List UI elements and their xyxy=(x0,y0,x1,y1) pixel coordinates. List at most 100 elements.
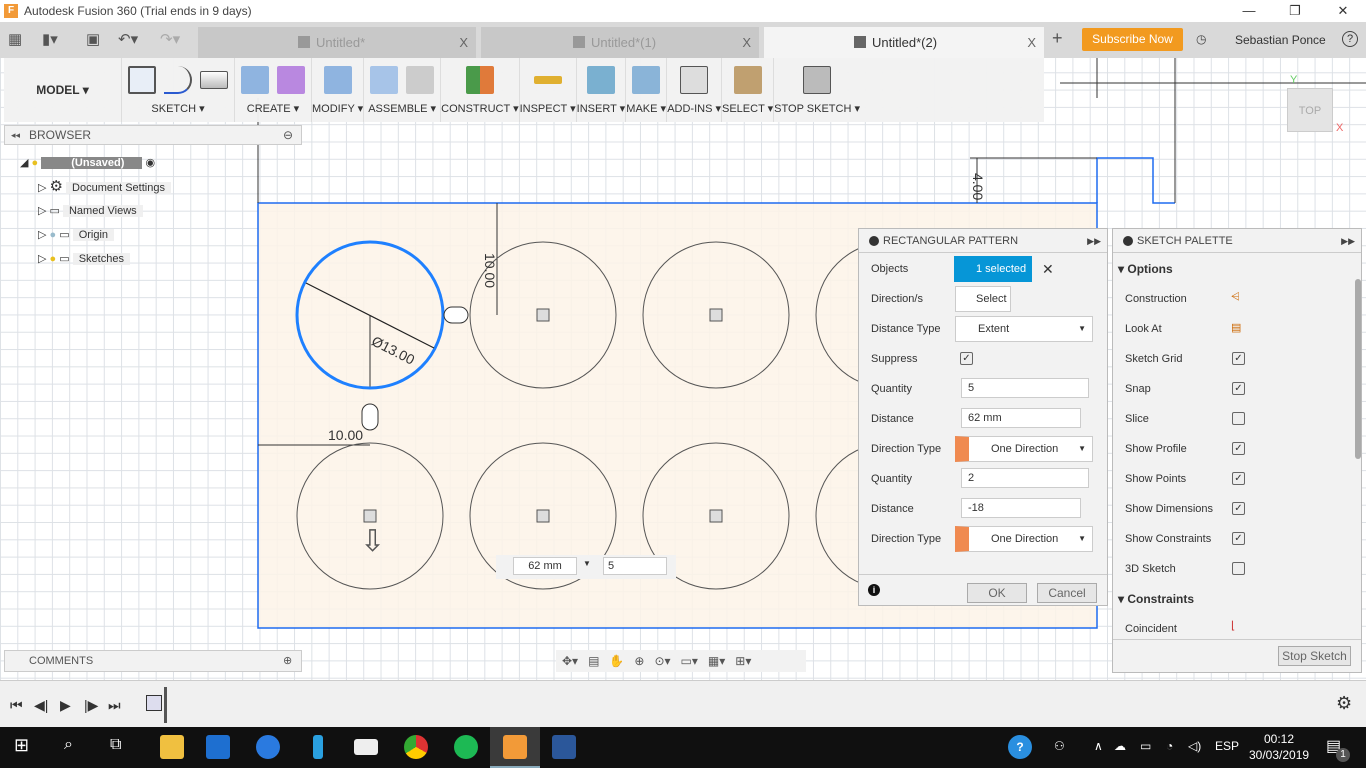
create-group[interactable]: CREATE ▾ xyxy=(235,58,312,122)
browser-root[interactable]: ◢ ● (Unsaved) ◉ xyxy=(20,153,155,173)
add-comment-icon[interactable]: ⊕ xyxy=(283,651,292,671)
distance-type-dropdown[interactable]: Extent ▼ xyxy=(955,316,1093,342)
objects-selection-button[interactable]: 1 selected xyxy=(954,256,1032,282)
create-menu[interactable]: CREATE ▾ xyxy=(247,102,299,115)
palette-scrollbar[interactable] xyxy=(1355,279,1361,459)
stop-sketch-button[interactable]: Stop Sketch xyxy=(1278,646,1351,666)
sketch-group[interactable]: SKETCH ▾ xyxy=(122,58,235,122)
stop-sketch-icon[interactable] xyxy=(803,66,832,94)
go-to-end-icon[interactable]: ⏭ xyxy=(108,697,121,714)
assemble-menu[interactable]: ASSEMBLE ▾ xyxy=(368,102,436,115)
redo-icon[interactable]: ↷▾ xyxy=(160,30,180,48)
options-section-header[interactable]: ▾ Options xyxy=(1118,254,1173,284)
browser-item-origin[interactable]: ▷ ● ▭ Origin xyxy=(38,225,115,245)
workspace-switcher[interactable]: MODEL ▾ xyxy=(4,58,122,122)
viewports-icon[interactable]: ⊞▾ xyxy=(735,654,751,668)
help-tray-icon[interactable]: ? xyxy=(1008,735,1032,759)
close-tab-icon[interactable]: X xyxy=(1027,27,1036,58)
zoom-icon[interactable]: ⊕ xyxy=(634,654,644,668)
insert-image-icon[interactable] xyxy=(586,66,615,94)
spotify-icon[interactable] xyxy=(454,735,478,759)
stop-sketch-group[interactable]: STOP SKETCH ▾ xyxy=(774,58,860,122)
display-settings-icon[interactable]: ▭▾ xyxy=(681,654,698,668)
look-at-icon[interactable]: ▤ xyxy=(1231,321,1241,334)
form-icon[interactable] xyxy=(277,66,305,94)
browser-panel-header[interactable]: ◂◂ BROWSER ⊖ xyxy=(4,125,302,145)
sketch-timeline-feature[interactable] xyxy=(146,695,162,711)
clear-selection-icon[interactable]: ✕ xyxy=(1042,261,1054,278)
fusion-taskbar-button[interactable] xyxy=(490,727,540,768)
battery-icon[interactable]: ▭ xyxy=(1140,739,1151,753)
close-tab-icon[interactable]: X xyxy=(459,27,468,58)
tab-untitled-2[interactable]: Untitled*(2) X xyxy=(764,27,1044,58)
info-icon[interactable]: i xyxy=(868,584,880,596)
palette-option-checkbox[interactable]: ✓ xyxy=(1232,532,1245,545)
language-indicator[interactable]: ESP xyxy=(1215,739,1239,753)
tab-untitled-1[interactable]: Untitled*(1) X xyxy=(481,27,759,58)
measure-icon[interactable] xyxy=(533,76,562,84)
task-view-icon[interactable]: ⧉ xyxy=(110,736,121,754)
sketch-menu[interactable]: SKETCH ▾ xyxy=(151,102,204,115)
construct-group[interactable]: CONSTRUCT ▾ xyxy=(441,58,520,122)
select-icon[interactable] xyxy=(733,66,762,94)
minus-circle-icon[interactable]: ⊖ xyxy=(283,126,293,144)
constraints-section-header[interactable]: ▾ Constraints xyxy=(1118,584,1194,614)
construct-menu[interactable]: CONSTRUCT ▾ xyxy=(441,102,518,115)
direction-type1-dropdown[interactable]: One Direction ▼ xyxy=(955,436,1093,462)
collapse-icon[interactable]: ◂◂ xyxy=(11,126,20,144)
restore-button[interactable]: ❐ xyxy=(1272,0,1318,22)
palette-option-checkbox[interactable]: ✓ xyxy=(1232,502,1245,515)
search-icon[interactable]: ⌕ xyxy=(64,736,73,754)
inline-distance-input[interactable]: 62 mm xyxy=(513,557,577,575)
close-button[interactable]: ✕ xyxy=(1320,0,1366,22)
insert-group[interactable]: INSERT ▾ xyxy=(577,58,627,122)
apps-grid-icon[interactable]: ▦ xyxy=(8,30,22,48)
windows-start-icon[interactable]: ⊞ xyxy=(14,735,29,756)
directions-select-button[interactable]: Select xyxy=(955,286,1011,312)
inline-quantity-input[interactable]: 5 xyxy=(603,557,667,575)
undo-icon[interactable]: ↶▾ xyxy=(118,30,138,48)
word-icon[interactable] xyxy=(552,735,576,759)
distance1-input[interactable]: 62 mm xyxy=(961,408,1081,428)
chrome-icon[interactable] xyxy=(404,735,428,759)
help-icon[interactable]: ? xyxy=(1342,31,1358,47)
chevron-down-icon[interactable]: ▼ xyxy=(583,559,591,568)
suppress-checkbox[interactable]: ✓ xyxy=(960,352,973,365)
make-menu[interactable]: MAKE ▾ xyxy=(626,102,666,115)
step-forward-icon[interactable]: |▶ xyxy=(84,697,98,714)
ok-button[interactable]: OK xyxy=(967,583,1027,603)
show-hidden-icons[interactable]: ∧ xyxy=(1094,739,1103,753)
quantity2-input[interactable]: 2 xyxy=(961,468,1089,488)
expand-icon[interactable]: ▶▶ xyxy=(1341,229,1355,253)
addins-menu[interactable]: ADD-INS ▾ xyxy=(667,102,721,115)
mail-icon[interactable] xyxy=(354,739,378,755)
plane-icon[interactable] xyxy=(465,66,494,94)
create-sketch-icon[interactable] xyxy=(128,66,156,94)
onedrive-icon[interactable]: ☁ xyxy=(1114,739,1126,753)
stop-sketch-menu[interactable]: STOP SKETCH ▾ xyxy=(774,102,860,115)
tab-untitled[interactable]: Untitled* X xyxy=(198,27,476,58)
clock-date[interactable]: 30/03/2019 xyxy=(1249,748,1309,762)
browser-item-named-views[interactable]: ▷ ▭ Named Views xyxy=(38,201,143,221)
palette-header[interactable]: SKETCH PALETTE ▶▶ xyxy=(1113,229,1361,253)
joint-icon[interactable] xyxy=(406,66,435,94)
browser-item-sketches[interactable]: ▷ ● ▭ Sketches xyxy=(38,249,130,269)
dropbox-icon[interactable] xyxy=(256,735,280,759)
file-menu-icon[interactable]: ▮▾ xyxy=(42,30,58,48)
play-icon[interactable]: ▶ xyxy=(60,697,71,714)
palette-option-checkbox[interactable] xyxy=(1232,562,1245,575)
press-pull-icon[interactable] xyxy=(323,66,352,94)
inspect-group[interactable]: INSPECT ▾ xyxy=(520,58,577,122)
palette-option-checkbox[interactable]: ✓ xyxy=(1232,472,1245,485)
grid-icon[interactable]: ▦▾ xyxy=(708,654,725,668)
viewcube[interactable]: TOP xyxy=(1287,88,1333,132)
expand-icon[interactable]: ▶▶ xyxy=(1087,229,1101,253)
palette-option-checkbox[interactable] xyxy=(1232,412,1245,425)
quantity1-input[interactable]: 5 xyxy=(961,378,1089,398)
clock-icon[interactable]: ◷ xyxy=(1196,32,1206,46)
timeline-settings-gear-icon[interactable]: ⚙ xyxy=(1336,693,1352,714)
clock-time[interactable]: 00:12 xyxy=(1264,732,1294,746)
scripts-icon[interactable] xyxy=(680,66,709,94)
assemble-group[interactable]: ASSEMBLE ▾ xyxy=(364,58,442,122)
app-icon[interactable] xyxy=(313,735,323,759)
